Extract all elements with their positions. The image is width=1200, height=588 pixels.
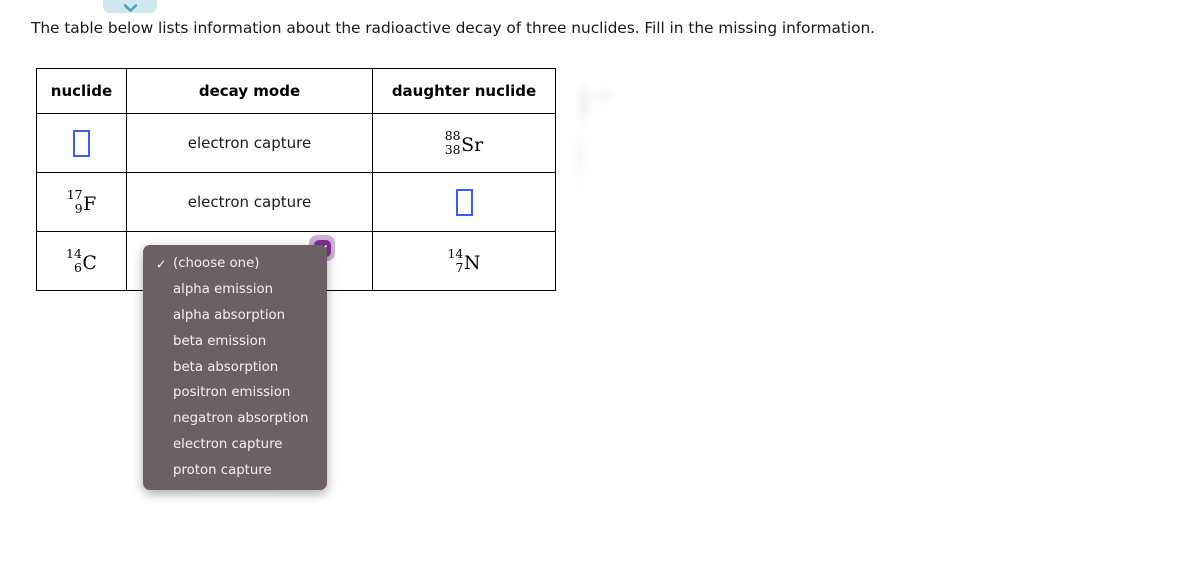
isotope-numbers: 88 38 (445, 129, 461, 156)
dropdown-option[interactable]: negatron absorption (143, 406, 327, 432)
dropdown-option[interactable]: positron emission (143, 380, 327, 406)
chevron-down-icon (123, 4, 137, 12)
decay-mode-text-row1: electron capture (187, 134, 312, 152)
column-header-decay-mode: decay mode (126, 68, 373, 114)
dropdown-option[interactable]: alpha emission (143, 277, 327, 303)
dropdown-option-label: beta emission (173, 333, 267, 349)
dropdown-option[interactable]: ✓ (choose one) (143, 251, 327, 277)
decay-mode-dropdown-menu[interactable]: ✓ (choose one) alpha emission alpha absorpt… (143, 245, 327, 491)
atomic-number: 9 (74, 200, 83, 216)
isotope-notation: 17 9 F (67, 188, 97, 216)
nuclide-cell-row3: 14 6 C (36, 231, 127, 291)
dropdown-option-label: electron capture (173, 436, 283, 452)
dropdown-option[interactable]: beta absorption (143, 354, 327, 380)
daughter-cell-row3: 14 7 N (372, 231, 556, 291)
mass-number: 14 (66, 246, 82, 261)
nuclide-cell-row1 (36, 113, 127, 173)
page-title: The table below lists information about … (31, 19, 875, 37)
atomic-number: 38 (444, 141, 461, 157)
mass-number: 17 (66, 187, 83, 202)
page-root: The table below lists information about … (0, 0, 1200, 588)
column-header-daughter-nuclide: daughter nuclide (372, 68, 556, 114)
decay-mode-cell-row1: electron capture (126, 113, 373, 173)
daughter-input-row2[interactable] (455, 188, 473, 216)
dropdown-option-label: negatron absorption (173, 411, 309, 427)
decay-mode-cell-row2: electron capture (126, 172, 373, 232)
isotope-notation: 14 6 C (66, 247, 97, 275)
dropdown-option-label: beta absorption (173, 359, 279, 375)
isotope-numbers: 14 6 (66, 247, 82, 274)
mass-number: 14 (447, 246, 464, 261)
dropdown-option[interactable]: electron capture (143, 432, 327, 458)
dropdown-option[interactable]: beta emission (143, 328, 327, 354)
decay-mode-text-row2: electron capture (187, 193, 312, 211)
column-header-nuclide: nuclide (36, 68, 127, 114)
teal-chevron-pill[interactable] (103, 0, 157, 13)
isotope-numbers: 14 7 (447, 247, 463, 274)
daughter-cell-row2 (372, 172, 556, 232)
dropdown-option[interactable]: alpha absorption (143, 303, 327, 329)
dropdown-option-label: proton capture (173, 462, 272, 478)
element-symbol: F (83, 192, 97, 215)
dropdown-option-label: alpha absorption (173, 307, 286, 323)
check-icon: ✓ (156, 256, 167, 272)
element-symbol: N (463, 251, 481, 274)
table-row: electron capture 88 38 Sr (36, 113, 556, 173)
nuclide-cell-row2: 17 9 F (36, 172, 127, 232)
daughter-cell-row1: 88 38 Sr (372, 113, 556, 173)
dropdown-option[interactable]: proton capture (143, 457, 327, 483)
atomic-number: 7 (455, 259, 464, 275)
isotope-notation: 88 38 Sr (445, 129, 484, 157)
table-row: 17 9 F electron capture (36, 172, 556, 232)
dropdown-option-label: alpha emission (173, 282, 274, 298)
nuclide-input-row1[interactable] (73, 129, 90, 157)
table-header-row: nuclide decay mode daughter nuclide (36, 68, 556, 114)
isotope-notation: 14 7 N (447, 247, 481, 275)
isotope-numbers: 17 9 (67, 188, 83, 215)
dropdown-option-label: positron emission (173, 385, 291, 401)
element-symbol: Sr (461, 133, 484, 156)
element-symbol: C (82, 251, 97, 274)
background-artifact (562, 62, 632, 192)
mass-number: 88 (444, 128, 461, 143)
dropdown-option-label: (choose one) (173, 256, 260, 272)
atomic-number: 6 (73, 259, 82, 275)
